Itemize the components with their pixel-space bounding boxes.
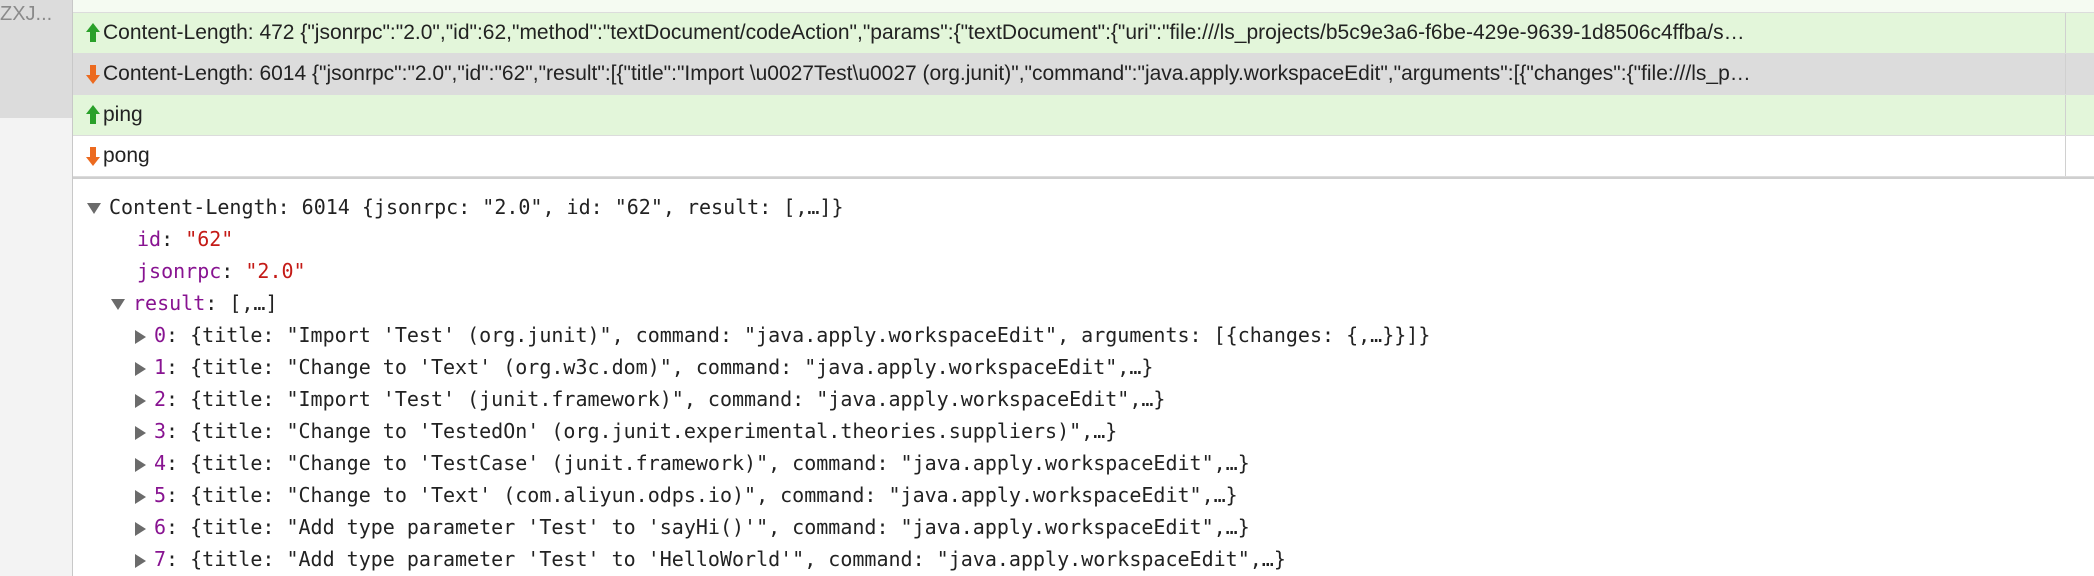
item-index: 6	[154, 515, 167, 539]
frame-message: Content-Length: 472 {"jsonrpc":"2.0","id…	[103, 21, 1745, 44]
arrow-up-icon	[86, 23, 100, 43]
collapsed-triangle-icon[interactable]	[135, 521, 146, 536]
frame-row-sent[interactable]: ping	[73, 95, 2094, 136]
property-value: "62"	[185, 227, 234, 251]
collapsed-triangle-icon[interactable]	[135, 553, 146, 568]
tree-node-result-item[interactable]: 2: {title: "Import 'Test' (junit.framewo…	[73, 383, 2094, 415]
connection-name[interactable]: ZXJ...	[0, 0, 52, 28]
item-summary: {title: "Change to 'TestedOn' (org.junit…	[178, 419, 1118, 443]
column-divider	[2065, 136, 2094, 176]
collapsed-triangle-icon[interactable]	[135, 361, 146, 376]
tree-property-id: id: "62"	[137, 227, 234, 251]
expanded-triangle-icon[interactable]	[87, 203, 101, 214]
collapsed-triangle-icon[interactable]	[135, 393, 146, 408]
connection-list: ZXJ...	[0, 0, 73, 576]
collapsed-triangle-icon[interactable]	[135, 489, 146, 504]
property-key: jsonrpc	[137, 259, 222, 283]
collapsed-triangle-icon[interactable]	[135, 329, 146, 344]
tree-node-result-item[interactable]: 5: {title: "Change to 'Text' (com.aliyun…	[73, 479, 2094, 511]
item-summary: {title: "Add type parameter 'Test' to 'H…	[178, 547, 1286, 571]
item-index: 7	[154, 547, 167, 571]
expanded-triangle-icon[interactable]	[111, 299, 125, 310]
tree-node-result-item[interactable]: 4: {title: "Change to 'TestCase' (junit.…	[73, 447, 2094, 479]
column-divider	[2065, 95, 2094, 135]
arrow-up-icon	[86, 105, 100, 125]
tree-property-jsonrpc: jsonrpc: "2.0"	[137, 259, 306, 283]
item-summary: {title: "Import 'Test' (junit.framework)…	[178, 387, 1166, 411]
property-summary: [,…]	[217, 291, 278, 315]
frames-table: Content-Length: 472 {"jsonrpc":"2.0","id…	[73, 0, 2094, 179]
collapsed-triangle-icon[interactable]	[135, 425, 146, 440]
column-divider	[2065, 54, 2094, 94]
item-index: 0	[154, 323, 167, 347]
tree-node-result-item[interactable]: 3: {title: "Change to 'TestedOn' (org.ju…	[73, 415, 2094, 447]
frame-row-received[interactable]: pong	[73, 136, 2094, 177]
tree-node-result-item[interactable]: 6: {title: "Add type parameter 'Test' to…	[73, 511, 2094, 543]
property-key: result	[133, 291, 206, 315]
item-summary: {title: "Add type parameter 'Test' to 's…	[178, 515, 1250, 539]
tree-node-result[interactable]: result: [,…]	[73, 287, 2094, 319]
tree-root-node[interactable]: Content-Length: 6014 {jsonrpc: "2.0", id…	[73, 191, 2094, 223]
item-summary: {title: "Change to 'TestCase' (junit.fra…	[178, 451, 1250, 475]
tree-node-result-item[interactable]: 7: {title: "Add type parameter 'Test' to…	[73, 543, 2094, 575]
message-detail-tree: Content-Length: 6014 {jsonrpc: "2.0", id…	[73, 179, 2094, 576]
tree-node-result-item[interactable]: 1: {title: "Change to 'Text' (org.w3c.do…	[73, 351, 2094, 383]
tree-root-label: Content-Length: 6014 {jsonrpc: "2.0", id…	[109, 195, 844, 219]
item-index: 3	[154, 419, 167, 443]
frame-row-received-selected[interactable]: Content-Length: 6014 {"jsonrpc":"2.0","i…	[73, 54, 2094, 95]
collapsed-triangle-icon[interactable]	[135, 457, 146, 472]
frame-message: Content-Length: 6014 {"jsonrpc":"2.0","i…	[103, 62, 1751, 85]
arrow-down-icon	[86, 64, 100, 84]
item-summary: {title: "Change to 'Text' (org.w3c.dom)"…	[178, 355, 1154, 379]
column-divider	[2065, 13, 2094, 53]
item-index: 5	[154, 483, 167, 507]
item-summary: {title: "Import 'Test' (org.junit)", com…	[178, 323, 1431, 347]
item-index: 2	[154, 387, 167, 411]
frame-row-sent[interactable]: Content-Length: 472 {"jsonrpc":"2.0","id…	[73, 13, 2094, 54]
tree-node-result-item[interactable]: 0: {title: "Import 'Test' (org.junit)", …	[73, 319, 2094, 351]
item-index: 1	[154, 355, 167, 379]
arrow-down-icon	[86, 146, 100, 166]
item-summary: {title: "Change to 'Text' (com.aliyun.od…	[178, 483, 1238, 507]
frame-message: ping	[103, 103, 143, 126]
property-key: id	[137, 227, 162, 251]
property-value: "2.0"	[245, 259, 306, 283]
frame-message: pong	[103, 144, 150, 167]
item-index: 4	[154, 451, 167, 475]
frames-table-top-edge	[73, 0, 2094, 13]
